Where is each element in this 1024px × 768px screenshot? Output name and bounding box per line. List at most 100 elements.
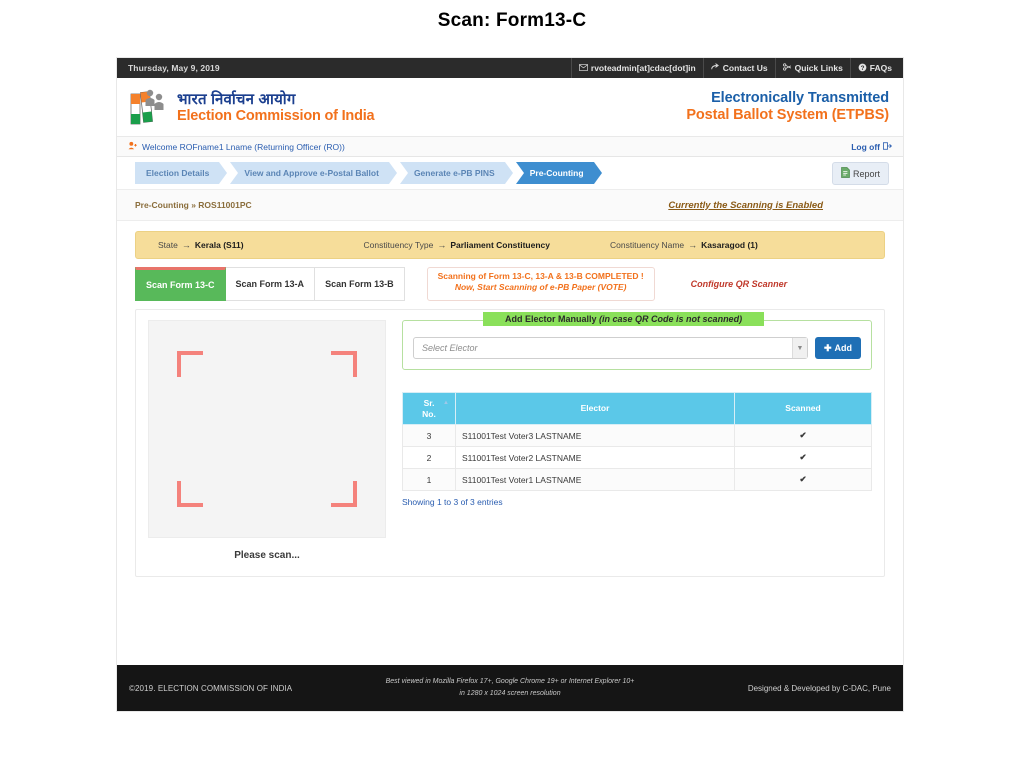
plus-icon: ✚ (823, 342, 832, 353)
scan-frame-icon (177, 481, 203, 507)
tab-label: Scan Form 13-B (325, 279, 394, 289)
brand-band: भारत निर्वाचन आयोग Election Commission o… (117, 78, 903, 137)
logoff-link[interactable]: Log off (851, 142, 903, 152)
eci-voter-logo-icon (129, 86, 169, 130)
breadcrumb: Pre-Counting » ROS11001PC (135, 200, 252, 210)
system-title-line1: Electronically Transmitted (711, 90, 889, 106)
envelope-icon (578, 63, 588, 73)
cell-sr-no: 3 (402, 424, 456, 448)
faqs-label: FAQs (869, 63, 892, 73)
nav-step-generate-epb-pins[interactable]: Generate e-PB PINS (399, 162, 513, 184)
scan-message-line1: Scanning of Form 13-C, 13-A & 13-B COMPL… (437, 271, 644, 281)
report-label: Report (852, 168, 880, 179)
column-header-sr-no-line2: No. (422, 408, 436, 419)
system-title-line2: Postal Ballot System (ETPBS) (686, 107, 889, 123)
add-elector-manually-panel: Add Elector Manually (in case QR Code is… (402, 312, 872, 370)
logout-icon (883, 141, 893, 152)
form-tabs: Scan Form 13-C Scan Form 13-A Scan Form … (135, 267, 405, 301)
share-icon (711, 63, 720, 73)
table-row[interactable]: 2 S11001Test Voter2 LASTNAME ✔ (402, 446, 872, 470)
nav-step-label: Election Details (146, 168, 210, 178)
configure-qr-scanner-label: Configure QR Scanner (690, 279, 788, 289)
scan-frame-icon (177, 351, 203, 377)
select-elector-dropdown[interactable]: Select Elector ▼ (413, 337, 808, 359)
email-label: rvoteadmin[at]cdac[dot]in (590, 63, 696, 73)
svg-text:?: ? (860, 64, 864, 71)
scanner-preview-area[interactable] (148, 320, 386, 538)
top-links: rvoteadmin[at]cdac[dot]in Contact Us Qui… (570, 58, 903, 78)
state-value: Kerala (S11) (194, 240, 244, 250)
user-plus-icon (128, 141, 138, 152)
brand-text: भारत निर्वाचन आयोग Election Commission o… (177, 90, 375, 124)
add-elector-button[interactable]: ✚ Add (814, 337, 861, 359)
tab-scan-form-13b[interactable]: Scan Form 13-B (315, 267, 405, 301)
constituency-type-value: Parliament Constituency (450, 240, 550, 250)
scan-panel: Please scan... Add Elector Manually (in … (135, 309, 885, 577)
constituency-type-label: Constituency Type (363, 240, 434, 250)
arrow-icon: → (437, 240, 447, 250)
arrow-icon: → (688, 240, 698, 250)
slide-root: Scan: Form13-C Thursday, May 9, 2019 rvo… (0, 0, 1024, 768)
brand-english-title: Election Commission of India (177, 107, 375, 124)
cell-elector: S11001Test Voter1 LASTNAME (455, 468, 735, 492)
welcome-strip: Welcome ROFname1 Lname (Returning Office… (117, 137, 903, 157)
welcome-user-block: Welcome ROFname1 Lname (Returning Office… (117, 141, 345, 152)
tab-scan-form-13c[interactable]: Scan Form 13-C (135, 267, 226, 301)
logoff-label: Log off (851, 141, 880, 152)
nav-step-label: Pre-Counting (529, 168, 584, 178)
nav-step-view-approve-epb[interactable]: View and Approve e-Postal Ballot (230, 162, 397, 184)
table-row[interactable]: 3 S11001Test Voter3 LASTNAME ✔ (402, 424, 872, 448)
sort-asc-icon: ▲ (443, 400, 449, 406)
scanning-status-text: Currently the Scanning is Enabled (668, 199, 823, 211)
arrow-icon: → (181, 240, 191, 250)
contact-us-link[interactable]: Contact Us (702, 58, 775, 78)
constituency-type-field: Constituency Type → Parliament Constitue… (364, 240, 550, 250)
scan-completion-message: Scanning of Form 13-C, 13-A & 13-B COMPL… (426, 267, 655, 301)
table-body: 3 S11001Test Voter3 LASTNAME ✔ 2 S11001T… (402, 424, 872, 492)
add-elector-header: Add Elector Manually (in case QR Code is… (483, 312, 765, 326)
report-button[interactable]: Report (831, 162, 889, 185)
nav-step-election-details[interactable]: Election Details (135, 162, 228, 184)
brand-hindi-title: भारत निर्वाचन आयोग (177, 90, 296, 108)
configure-qr-scanner-link[interactable]: Configure QR Scanner (691, 267, 788, 301)
add-elector-controls: Select Elector ▼ ✚ Add (413, 337, 861, 359)
page-footer: ©2019. ELECTION COMMISSION OF INDIA Best… (117, 665, 903, 711)
workflow-nav: Election Details View and Approve e-Post… (117, 157, 903, 189)
elector-column: Add Elector Manually (in case QR Code is… (388, 312, 872, 566)
scan-message-line2: Now, Start Scanning of e-PB Paper (VOTE) (454, 282, 627, 293)
scan-frame-icon (331, 351, 357, 377)
tab-label: Scan Form 13-C (146, 280, 215, 290)
scanned-electors-table: Sr. No. ▲ Elector Scanned 3 S11001Test V… (402, 391, 872, 492)
page-content: State → Kerala (S11) Constituency Type →… (117, 221, 903, 577)
question-circle-icon: ? (858, 63, 867, 74)
scanner-placeholder-text: Please scan... (234, 550, 300, 561)
welcome-text: Welcome ROFname1 Lname (Returning Office… (142, 141, 345, 152)
cell-scanned-check-icon: ✔ (734, 424, 872, 448)
page-title: Scan: Form13-C (437, 10, 587, 31)
constituency-name-field: Constituency Name → Kasaragod (1) (610, 240, 758, 250)
nav-step-pre-counting[interactable]: Pre-Counting (515, 162, 602, 184)
state-field: State → Kerala (S11) (158, 240, 244, 250)
column-header-sr-no[interactable]: Sr. No. ▲ (402, 391, 456, 426)
tab-scan-form-13a[interactable]: Scan Form 13-A (225, 267, 316, 301)
tab-label: Scan Form 13-A (235, 279, 305, 289)
quick-links-label: Quick Links (794, 63, 843, 73)
quick-links-link[interactable]: Quick Links (774, 58, 850, 78)
constituency-info-bar: State → Kerala (S11) Constituency Type →… (135, 231, 885, 259)
faqs-link[interactable]: ? FAQs (849, 58, 903, 78)
cell-scanned-check-icon: ✔ (734, 468, 872, 492)
column-header-scanned[interactable]: Scanned (734, 391, 872, 426)
add-elector-header-italic: (in case QR Code is not scanned) (599, 314, 743, 324)
table-header: Sr. No. ▲ Elector Scanned (402, 391, 872, 426)
select-elector-value: Select Elector (422, 343, 478, 353)
nav-step-label: View and Approve e-Postal Ballot (244, 168, 379, 178)
add-elector-header-plain: Add Elector Manually (505, 314, 600, 324)
column-header-elector[interactable]: Elector (455, 391, 735, 426)
cell-sr-no: 1 (402, 468, 456, 492)
add-elector-button-label: Add (834, 343, 853, 353)
scan-frame-icon (331, 481, 357, 507)
table-entries-count: Showing 1 to 3 of 3 entries (402, 497, 503, 508)
email-link[interactable]: rvoteadmin[at]cdac[dot]in (570, 58, 703, 78)
table-row[interactable]: 1 S11001Test Voter1 LASTNAME ✔ (402, 468, 872, 492)
nav-step-label: Generate e-PB PINS (413, 168, 495, 178)
